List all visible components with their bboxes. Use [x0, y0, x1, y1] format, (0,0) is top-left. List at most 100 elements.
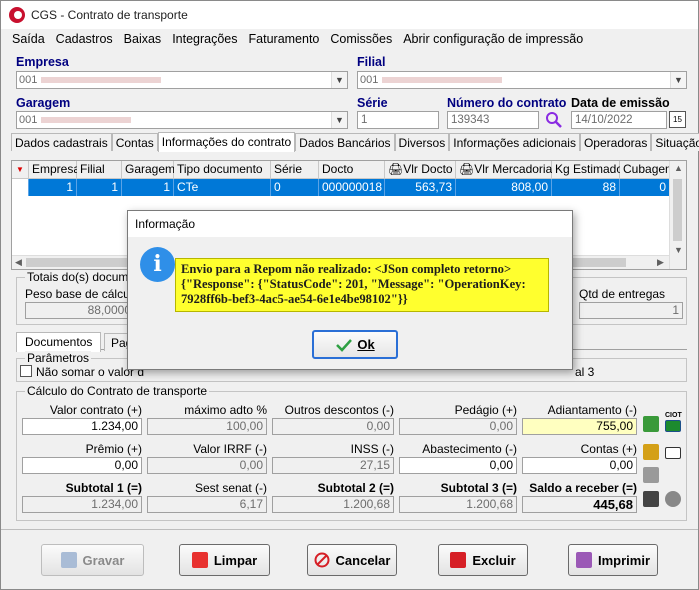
chevron-down-icon[interactable]: ▼ — [331, 72, 347, 88]
ok-button[interactable]: Ok — [312, 330, 398, 359]
saldo-receber-label: Saldo a receber (=) — [529, 481, 637, 495]
cancelar-label: Cancelar — [335, 552, 391, 568]
limpar-button[interactable]: Limpar — [179, 544, 270, 576]
subtotal1-label: Subtotal 1 (=) — [65, 481, 142, 495]
garagem-label: Garagem — [16, 96, 71, 110]
cell-docto[interactable]: 000000018 — [319, 179, 385, 196]
garagem-select[interactable]: 001 ▼ — [16, 111, 348, 129]
tab-informacoes-contrato[interactable]: Informações do contrato — [157, 132, 296, 152]
card-icon[interactable] — [665, 420, 681, 432]
pedagio-value: 0,00 — [399, 418, 517, 435]
cancelar-button[interactable]: Cancelar — [307, 544, 397, 576]
empresa-select[interactable]: 001 ▼ — [16, 71, 348, 89]
search-icon[interactable] — [545, 111, 563, 129]
info-icon: i — [140, 247, 175, 282]
row-selector[interactable] — [12, 179, 29, 196]
adiantamento-input[interactable]: 755,00 — [522, 418, 637, 435]
contas-input[interactable]: 0,00 — [522, 457, 637, 474]
filial-select[interactable]: 001 ▼ — [357, 71, 687, 89]
cell-tipo-documento[interactable]: CTe — [174, 179, 271, 196]
gravar-label: Gravar — [82, 552, 125, 568]
monitor-icon[interactable] — [665, 447, 681, 459]
imprimir-label: Imprimir — [597, 552, 650, 568]
nao-somar-checkbox[interactable] — [20, 365, 32, 377]
chevron-down-icon[interactable]: ▼ — [331, 112, 347, 128]
tab-informacoes-adicionais[interactable]: Informações adicionais — [449, 133, 580, 151]
tab-contas[interactable]: Contas — [111, 133, 158, 151]
gravar-button[interactable]: Gravar — [41, 544, 144, 576]
trash-icon — [450, 552, 467, 568]
cell-filial[interactable]: 1 — [77, 179, 122, 196]
vertical-scrollbar[interactable]: ▲ ▼ — [669, 161, 686, 269]
scroll-down-icon[interactable]: ▼ — [674, 245, 683, 255]
numero-contrato-label: Número do contrato — [447, 96, 567, 110]
imprimir-button[interactable]: Imprimir — [568, 544, 658, 576]
col-filial[interactable]: Filial — [77, 161, 122, 179]
abastecimento-input[interactable]: 0,00 — [399, 457, 517, 474]
fuel-pump-icon[interactable] — [643, 491, 659, 507]
tab-situacao[interactable]: Situação — [651, 133, 699, 151]
menu-configuracao-impressao[interactable]: Abrir configuração de impressão — [403, 32, 583, 46]
cell-vlr-docto[interactable]: 563,73 — [385, 179, 456, 196]
subtotal2-label: Subtotal 2 (=) — [317, 481, 394, 495]
peso-label: Peso base de cálculo — [25, 287, 140, 301]
sort-arrow-icon[interactable]: ▼ — [12, 161, 29, 179]
valor-contrato-input[interactable]: 1.234,00 — [22, 418, 142, 435]
excluir-button[interactable]: Excluir — [438, 544, 528, 576]
ciot-label: CIOT — [665, 412, 682, 419]
documents-icon[interactable] — [643, 467, 659, 483]
calendar-icon[interactable]: 15 — [669, 111, 686, 128]
data-emissao-input[interactable]: 14/10/2022 — [571, 111, 667, 129]
menu-saida[interactable]: Saída — [12, 32, 45, 46]
main-tabs: Dados cadastrais Contas Informações do c… — [11, 132, 699, 152]
message-line-3: 7928ff6b-bef3-4ac5-ae54-6e1e4be98102"}} — [181, 292, 408, 306]
numero-contrato-input[interactable]: 139343 — [447, 111, 539, 129]
menu-integracoes[interactable]: Integrações — [172, 32, 237, 46]
save-icon — [60, 552, 77, 568]
qtd-entregas-value: 1 — [579, 302, 683, 319]
premio-input[interactable]: 0,00 — [22, 457, 142, 474]
tab-operadoras[interactable]: Operadoras — [579, 133, 652, 151]
tab-documentos[interactable]: Documentos — [16, 332, 102, 352]
info-dialog: Informação i Envio para a Repom não real… — [127, 210, 573, 370]
menu-comissoes[interactable]: Comissões — [330, 32, 392, 46]
col-garagem[interactable]: Garagem — [122, 161, 175, 179]
inss-label: INSS (-) — [350, 442, 394, 456]
cell-cubagem[interactable]: 0 — [620, 179, 670, 196]
col-docto[interactable]: Docto — [319, 161, 385, 179]
max-adto-label: máximo adto % — [184, 403, 267, 417]
scroll-up-icon[interactable]: ▲ — [674, 163, 683, 173]
printer-icon — [575, 552, 592, 568]
empresa-value: 001 — [19, 74, 38, 86]
tab-dados-cadastrais[interactable]: Dados cadastrais — [11, 133, 112, 151]
menu-cadastros[interactable]: Cadastros — [56, 32, 113, 46]
tab-diversos[interactable]: Diversos — [394, 133, 450, 151]
chevron-down-icon[interactable]: ▼ — [670, 72, 686, 88]
col-serie[interactable]: Série — [271, 161, 319, 179]
col-kg-estimado[interactable]: Kg Estimado — [552, 161, 623, 179]
col-cubagem[interactable]: Cubagem — [620, 161, 675, 179]
menu-baixas[interactable]: Baixas — [124, 32, 162, 46]
tab-dados-bancarios[interactable]: Dados Bancários — [295, 133, 395, 151]
cell-vlr-mercadoria[interactable]: 808,00 — [456, 179, 552, 196]
sest-senat-value: 6,17 — [147, 496, 267, 513]
scroll-right-icon[interactable]: ▶ — [657, 257, 664, 268]
window-title: CGS - Contrato de transporte — [31, 8, 188, 22]
col-empresa[interactable]: Empresa — [29, 161, 80, 179]
cell-garagem[interactable]: 1 — [122, 179, 174, 196]
app-logo-icon — [9, 7, 25, 23]
menu-faturamento[interactable]: Faturamento — [249, 32, 320, 46]
scroll-left-icon[interactable]: ◀ — [15, 257, 22, 268]
document-gold-icon[interactable] — [643, 444, 659, 460]
scroll-thumb[interactable] — [673, 179, 682, 241]
cell-kg-estimado[interactable]: 88 — [552, 179, 620, 196]
col-tipo-documento[interactable]: Tipo documento — [174, 161, 271, 179]
cell-empresa[interactable]: 1 — [29, 179, 77, 196]
serie-input[interactable]: 1 — [357, 111, 439, 129]
col-vlr-mercadoria[interactable]: 🖨Vlr Mercadoria — [456, 161, 552, 179]
serie-label: Série — [357, 96, 388, 110]
col-vlr-docto[interactable]: 🖨Vlr Docto — [385, 161, 456, 179]
tag-icon[interactable] — [665, 491, 681, 507]
document-green-icon[interactable] — [643, 416, 659, 432]
cell-serie[interactable]: 0 — [271, 179, 319, 196]
